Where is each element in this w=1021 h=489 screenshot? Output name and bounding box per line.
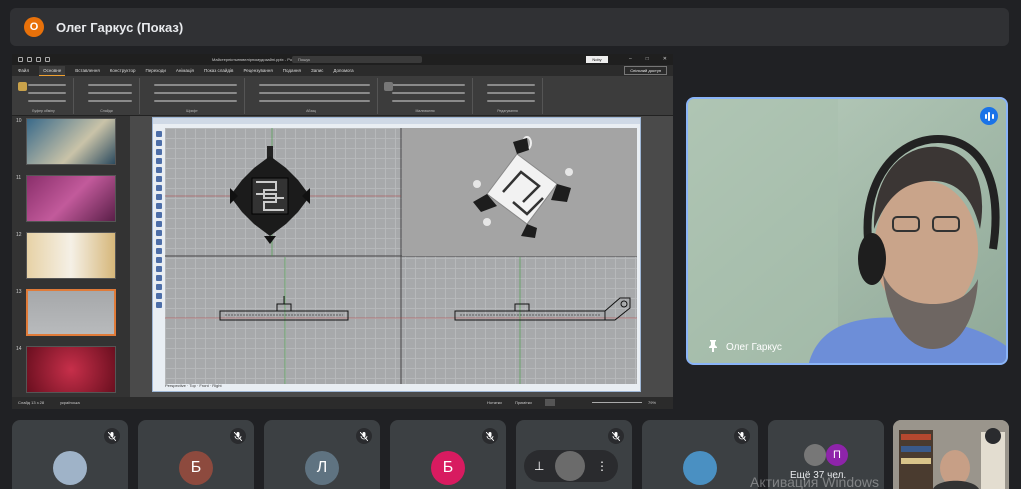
cad-toolbar (154, 128, 164, 328)
minimize-icon: – (628, 56, 632, 62)
participant-video-tile[interactable] (893, 420, 1009, 489)
participant-tile[interactable]: Б (138, 420, 254, 489)
mic-off-icon (104, 428, 120, 444)
ribbon-tab[interactable]: Запис (311, 68, 323, 73)
cad-viewports (165, 128, 637, 384)
speaker-video[interactable]: Олег Гаркус (686, 97, 1008, 365)
mic-off-icon (608, 428, 624, 444)
participant-avatar: П (826, 444, 848, 466)
ribbon-group: Редагування (473, 78, 543, 114)
editor-area: 101112131415 (12, 116, 673, 409)
pendant-front-view (219, 296, 349, 321)
paste-icon[interactable] (18, 82, 27, 91)
zoom-slider[interactable] (592, 402, 642, 403)
ribbon-tab[interactable]: Подання (283, 68, 301, 73)
ribbon-tab[interactable]: Вставлення (75, 68, 100, 73)
status-bar: Слайд 13 з 28 українська Нотатки Примітк… (12, 397, 673, 409)
participant-tile[interactable]: Б (390, 420, 506, 489)
mic-off-icon (482, 428, 498, 444)
pendant-side-view (454, 297, 631, 321)
speaker-video-frame (688, 99, 1006, 363)
ribbon-tab[interactable]: Допомога (333, 68, 353, 73)
slide-number: 14 (16, 346, 22, 352)
slide-preview[interactable] (26, 175, 116, 222)
mic-off-icon (356, 428, 372, 444)
more-options-icon[interactable]: ⋮ (596, 459, 608, 473)
slide-preview[interactable] (26, 346, 116, 393)
meet-window: О Олег Гаркус (Показ) Майстерністьеювелі… (0, 0, 1021, 489)
status-slide: Слайд 13 з 28 (18, 400, 45, 405)
ribbon-group-label: Абзац (306, 109, 316, 113)
comments-button[interactable]: Примітки (515, 400, 532, 405)
ribbon-tab[interactable]: Рецензування (243, 68, 272, 73)
ribbon-group: Абзац (245, 78, 378, 114)
ribbon-group-label: Малювання (415, 109, 435, 113)
maximize-icon: □ (645, 56, 649, 62)
participant-avatar: Л (305, 451, 339, 485)
tile-hover-controls: ⊥ ⋮ (524, 450, 618, 482)
ribbon-tabs: Файл Основне Вставлення Конструктор Переходи… (12, 65, 673, 76)
mic-off-icon (230, 428, 246, 444)
ribbon-group-label: Редагування (497, 109, 518, 113)
ribbon-tab[interactable]: Файл (18, 68, 29, 73)
presenter-title: Олег Гаркус (Показ) (56, 19, 184, 35)
slide-number: 13 (16, 289, 22, 295)
windows-activation-watermark: Активация Windows (750, 474, 880, 489)
window-controls[interactable]: – □ ✕ (629, 56, 667, 62)
ribbon-tab[interactable]: Анімація (176, 68, 194, 73)
slide-canvas[interactable]: Perspective · Top · Front · Right (152, 117, 641, 392)
quick-access-toolbar[interactable] (18, 57, 50, 62)
pendant-top-view (230, 146, 310, 244)
participant-tile[interactable]: ⊥ ⋮ (516, 420, 632, 489)
close-icon: ✕ (662, 56, 667, 62)
participant-avatar (804, 444, 826, 466)
ribbon-tab[interactable]: Основне (39, 65, 66, 76)
slide-preview[interactable] (26, 232, 116, 279)
participant-tile[interactable] (642, 420, 758, 489)
cad-tabs: Perspective · Top · Front · Right (165, 383, 222, 388)
pin-icon[interactable]: ⊥ (534, 459, 544, 473)
mic-off-icon (985, 428, 1001, 444)
avatar (555, 451, 586, 481)
pin-icon[interactable] (708, 340, 718, 355)
participant-tile[interactable] (12, 420, 128, 489)
participant-tile[interactable]: Л (264, 420, 380, 489)
zoom-level[interactable]: 79% (648, 400, 656, 405)
ribbon-group-label: Шрифт (186, 109, 198, 113)
presenter-avatar: О (24, 17, 44, 37)
participant-avatar (683, 451, 717, 485)
slide-preview[interactable] (26, 289, 116, 336)
search-box[interactable]: Пошук (292, 56, 422, 63)
participant-avatar: Б (431, 451, 465, 485)
ribbon-group: Шрифт (140, 78, 245, 114)
mic-off-icon (734, 428, 750, 444)
shapes-icon[interactable] (384, 82, 393, 91)
ribbon-group-label: Буфер обміну (32, 109, 55, 113)
jewelry-model-views (165, 128, 637, 384)
presentation-bar: О Олег Гаркус (Показ) (10, 8, 1009, 46)
slide-number: 12 (16, 232, 22, 238)
ribbon-tab[interactable]: Переходи (145, 68, 165, 73)
speaker-name-label: Олег Гаркус (708, 340, 782, 355)
slide-preview[interactable] (26, 118, 116, 165)
ribbon-group-label: Слайди (100, 109, 113, 113)
user-account[interactable]: Noby (586, 56, 608, 63)
share-button[interactable]: Спільний доступ (624, 66, 667, 75)
ribbon: Буфер обміну Слайди Шрифт Абзац Малювання Ред… (12, 76, 673, 116)
ribbon-tab[interactable]: Конструктор (110, 68, 136, 73)
notes-button[interactable]: Нотатки (487, 400, 502, 405)
ribbon-group: Слайди (74, 78, 140, 114)
participant-avatar: Б (179, 451, 213, 485)
slide-number: 10 (16, 118, 22, 124)
status-language: українська (60, 400, 80, 405)
ribbon-tab[interactable]: Показ слайдів (204, 68, 233, 73)
slide-thumbnails: 101112131415 (12, 116, 130, 409)
powerpoint-titlebar: Майстерністьеювелірномудизайні.pptx - Po… (12, 54, 673, 65)
participant-avatar (53, 451, 87, 485)
normal-view-icon[interactable] (545, 399, 555, 406)
speaking-indicator-icon (980, 107, 998, 125)
speaker-name: Олег Гаркус (726, 342, 782, 353)
slide-number: 11 (16, 175, 22, 181)
shared-screen: Майстерністьеювелірномудизайні.pptx - Po… (12, 54, 673, 409)
